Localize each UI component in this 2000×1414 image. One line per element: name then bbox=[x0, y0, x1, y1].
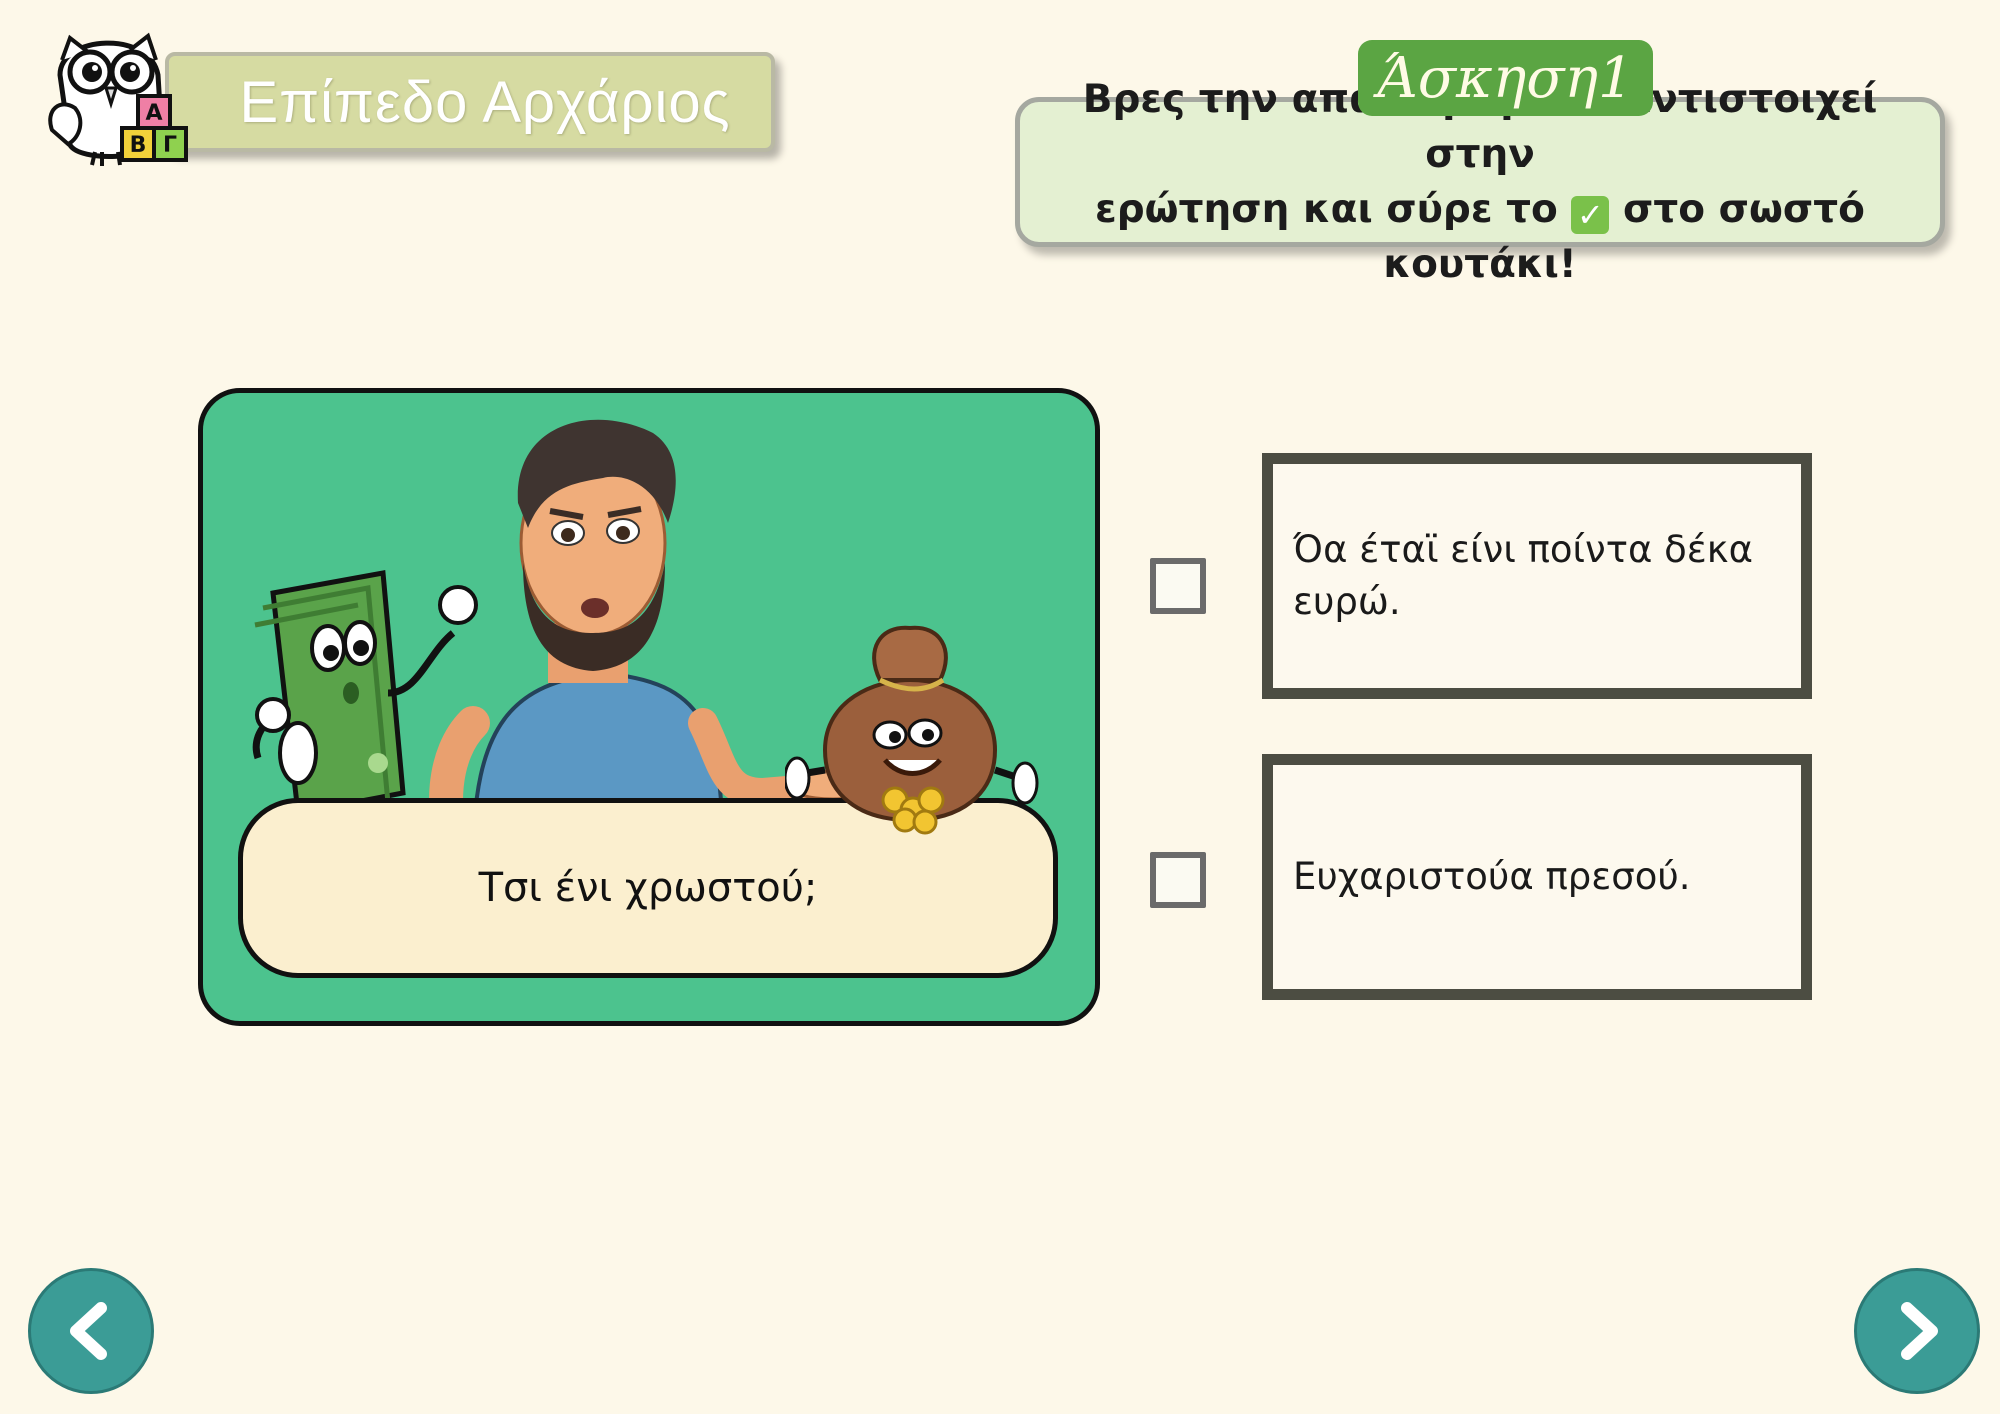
logo-letter-b: Β bbox=[130, 133, 147, 158]
exercise-badge: Άσκηση1 bbox=[1358, 40, 1653, 116]
chevron-left-icon bbox=[70, 1302, 107, 1360]
exercise-title: Άσκηση1 bbox=[1377, 45, 1634, 111]
answer-text-1: Όα έταϊ είνι ποίντα δέκα ευρώ. bbox=[1293, 528, 1753, 623]
logo-letter-a: Α bbox=[145, 101, 162, 126]
level-banner: Επίπεδο Αρχάριος bbox=[165, 52, 775, 152]
answer-checkbox-1[interactable] bbox=[1150, 558, 1206, 614]
money-bag-character-icon bbox=[785, 625, 1039, 835]
instruction-box: Βρες την απάντηση που αντιστοιχεί στην ε… bbox=[1015, 77, 1945, 287]
chevron-right-icon bbox=[1901, 1302, 1938, 1360]
checkmark-icon: ✓ bbox=[1571, 196, 1610, 234]
answer-box-1[interactable]: Όα έταϊ είνι ποίντα δέκα ευρώ. bbox=[1262, 453, 1812, 699]
answer-checkbox-2[interactable] bbox=[1150, 852, 1206, 908]
level-label: Επίπεδο Αρχάριος bbox=[239, 69, 731, 135]
instruction-line-2: ερώτηση και σύρε το bbox=[1095, 187, 1558, 232]
next-button[interactable] bbox=[1854, 1268, 1980, 1394]
owl-logo-icon: Α Β Γ bbox=[48, 32, 188, 166]
answer-box-2[interactable]: Ευχαριστούα πρεσού. bbox=[1262, 754, 1812, 1000]
logo-letter-g: Γ bbox=[163, 133, 177, 158]
previous-button[interactable] bbox=[28, 1268, 154, 1394]
question-text: Τσι ένι χρωστού; bbox=[478, 865, 818, 911]
answer-text-2: Ευχαριστούα πρεσού. bbox=[1293, 855, 1691, 898]
